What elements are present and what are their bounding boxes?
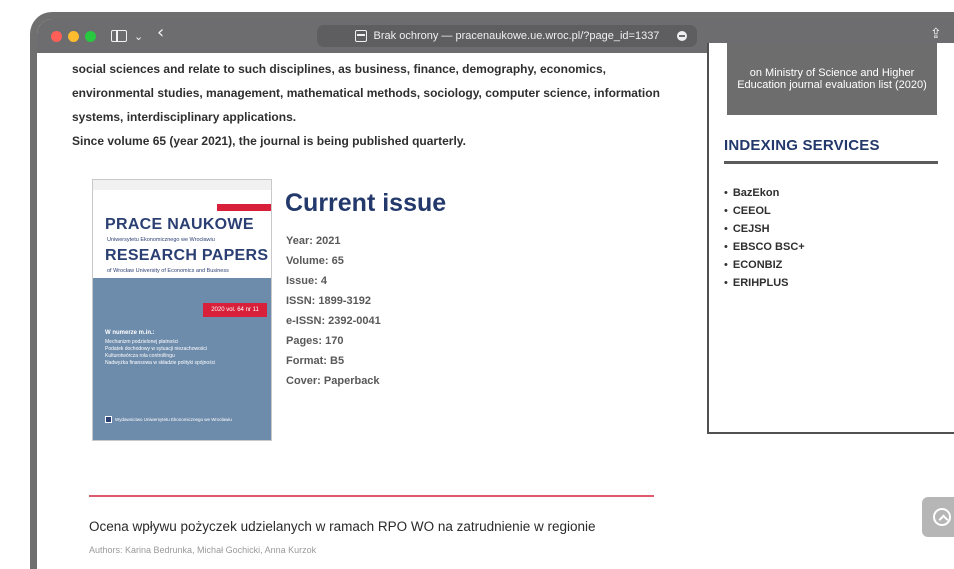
cover-publisher: Wydawnictwo Uniwersytetu Ekonomicznego w…	[105, 416, 232, 423]
cover-red-bar	[217, 204, 271, 211]
address-bar[interactable]: Brak ochrony — pracenaukowe.ue.wroc.pl/?…	[317, 25, 697, 47]
description-line: social sciences and relate to such disci…	[72, 62, 606, 76]
current-issue-heading: Current issue	[285, 189, 447, 217]
cover-publisher-name: Wydawnictwo Uniwersytetu Ekonomicznego w…	[115, 417, 232, 422]
issue-volume: Volume: 65	[286, 255, 344, 267]
page-content: social sciences and relate to such disci…	[37, 43, 954, 569]
indexing-services-heading: INDEXING SERVICES	[724, 137, 880, 154]
evaluation-badge: on Ministry of Science and Higher Educat…	[727, 43, 937, 115]
cover-contents-item: Podatek dochodowy w sytuacji niezachowoś…	[105, 346, 207, 352]
minimize-window-button[interactable]	[68, 31, 79, 42]
close-window-button[interactable]	[51, 31, 62, 42]
sidebar-toggle-icon[interactable]	[111, 30, 127, 42]
publisher-logo-icon	[105, 416, 112, 423]
reader-mode-icon[interactable]	[677, 31, 687, 41]
issue-format: Format: B5	[286, 355, 345, 367]
cover-title: PRACE NAUKOWE	[105, 216, 254, 233]
issue-number: Issue: 4	[286, 275, 327, 287]
indexing-link-econbiz[interactable]: ECONBIZ	[724, 256, 805, 274]
indexing-link-bazekon[interactable]: BazEkon	[724, 184, 805, 202]
article-authors: Authors: Karina Bedrunka, Michał Gochick…	[89, 545, 317, 555]
journal-cover-image[interactable]: PRACE NAUKOWE Uniwersytetu Ekonomicznego…	[92, 179, 272, 441]
cover-contents-heading: W numerze m.in.:	[105, 330, 155, 336]
indexing-link-cejsh[interactable]: CEJSH	[724, 220, 805, 238]
issue-pages: Pages: 170	[286, 335, 344, 347]
indexing-link-erihplus[interactable]: ERIHPLUS	[724, 274, 805, 292]
journal-description: social sciences and relate to such disci…	[72, 57, 662, 153]
description-line: environmental studies, management, mathe…	[72, 86, 660, 100]
issue-details: Year: 2021 Volume: 65 Issue: 4 ISSN: 189…	[286, 231, 381, 391]
chevron-up-icon	[933, 508, 951, 526]
article-title-link[interactable]: Ocena wpływu pożyczek udzielanych w rama…	[89, 519, 595, 534]
description-line: Since volume 65 (year 2021), the journal…	[72, 134, 466, 148]
indexing-services-list: BazEkon CEEOL CEJSH EBSCO BSC+ ECONBIZ E…	[724, 184, 805, 292]
description-line: systems, interdisciplinary applications.	[72, 110, 297, 124]
cover-contents: W numerze m.in.: Mechanizm podzielonej p…	[105, 330, 240, 367]
cover-title-english: RESEARCH PAPERS	[105, 247, 269, 264]
sidebar-panel: on Ministry of Science and Higher Educat…	[707, 43, 954, 434]
scroll-to-top-button[interactable]	[922, 497, 954, 537]
site-icon	[354, 30, 367, 42]
cover-issue-label: 2020 vol. 64 nr 11	[203, 303, 267, 317]
address-text: Brak ochrony — pracenaukowe.ue.wroc.pl/?…	[373, 30, 660, 42]
issue-cover-type: Cover: Paperback	[286, 375, 380, 387]
cover-contents-item: Nadwyżka finansowa w składzie polityki s…	[105, 360, 216, 366]
zoom-window-button[interactable]	[85, 31, 96, 42]
browser-window: ⌄ ‹ Brak ochrony — pracenaukowe.ue.wroc.…	[30, 12, 954, 569]
indexing-link-ebsco[interactable]: EBSCO BSC+	[724, 238, 805, 256]
cover-subtitle-english: of Wrocław University of Economics and B…	[107, 268, 229, 274]
cover-top-strip	[93, 180, 271, 190]
cover-contents-item: Kulturotwórcza rola controllingu	[105, 353, 175, 359]
issue-year: Year: 2021	[286, 235, 341, 247]
share-icon[interactable]: ⇪	[930, 25, 942, 43]
cover-subtitle: Uniwersytetu Ekonomicznego we Wrocławiu	[107, 237, 215, 243]
article-divider	[89, 495, 654, 497]
chevron-down-icon[interactable]: ⌄	[134, 28, 143, 46]
issue-issn: ISSN: 1899-3192	[286, 295, 371, 307]
indexing-divider	[724, 161, 938, 164]
back-button[interactable]: ‹	[157, 24, 164, 42]
issue-eissn: e-ISSN: 2392-0041	[286, 315, 381, 327]
cover-contents-item: Mechanizm podzielonej płatności	[105, 339, 179, 345]
indexing-link-ceeol[interactable]: CEEOL	[724, 202, 805, 220]
